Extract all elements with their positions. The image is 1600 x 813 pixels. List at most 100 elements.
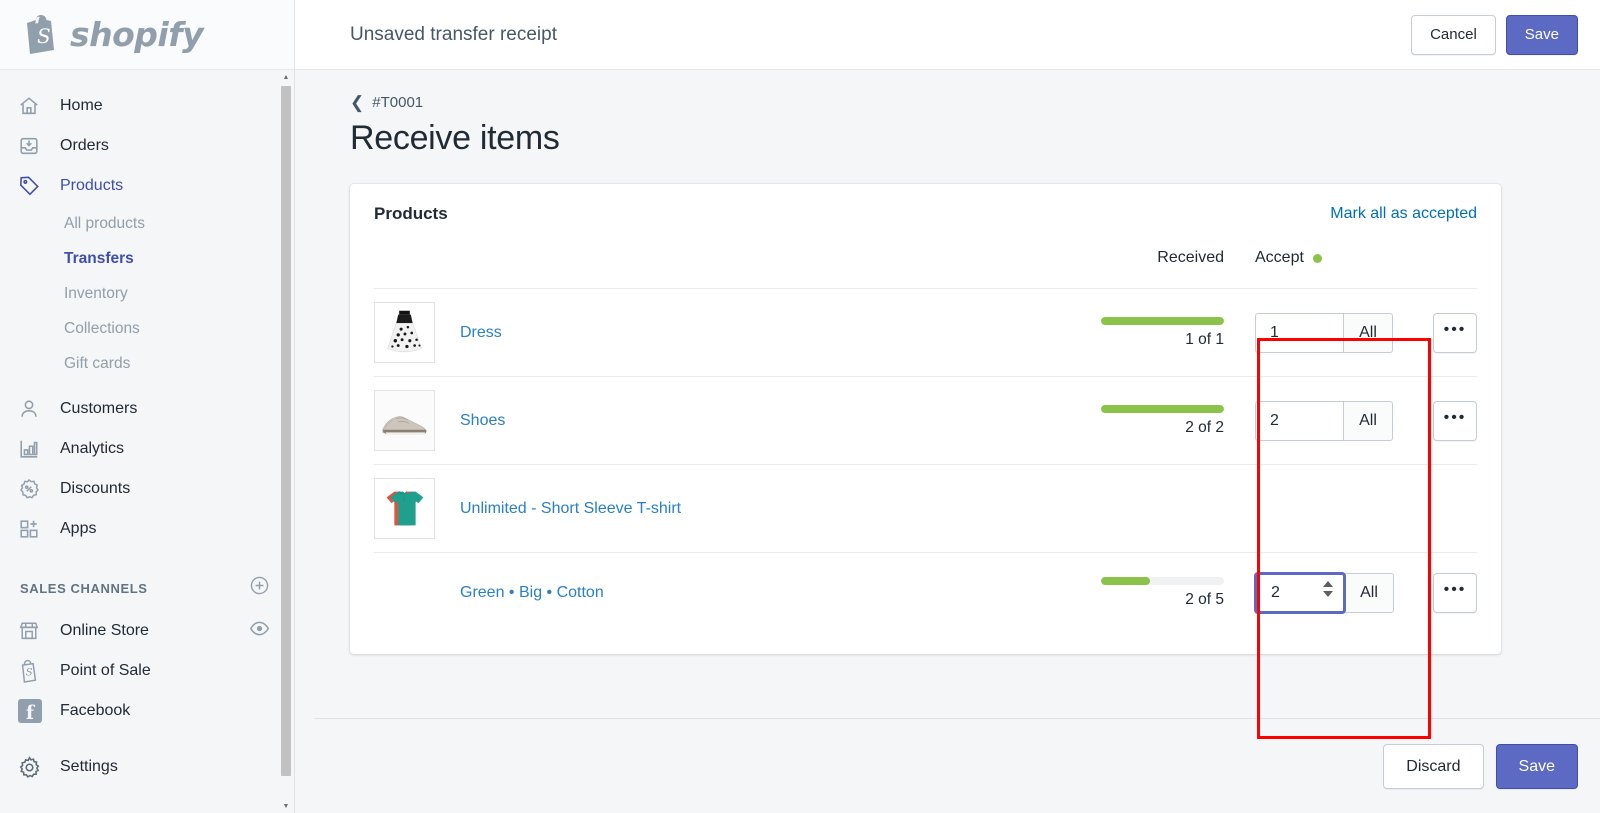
save-button[interactable]: Save [1505,14,1578,55]
sidebar-scrollbar[interactable]: ▲ ▼ [280,70,292,813]
sidebar-subitem-label: Inventory [64,284,128,302]
sidebar-item-customers[interactable]: Customers [0,389,294,429]
context-bar: Unsaved transfer receipt Cancel Save [295,0,1600,70]
page-title: Receive items [350,119,560,157]
page-context-title: Unsaved transfer receipt [350,23,557,45]
gear-icon [18,755,50,779]
sidebar-item-gift-cards[interactable]: Gift cards [0,346,294,381]
table-row: Shoes 2 of 2 2 All ••• [374,376,1477,464]
tag-icon [18,175,50,197]
breadcrumb[interactable]: ❮ #T0001 [350,94,1545,111]
product-link[interactable]: Unlimited - Short Sleeve T-shirt [460,500,681,518]
save-button-bottom[interactable]: Save [1495,744,1578,789]
variant-link[interactable]: Green • Big • Cotton [460,584,604,602]
mark-all-as-accepted-link[interactable]: Mark all as accepted [1330,205,1477,223]
received-cell: 2 of 2 [1099,404,1234,437]
sidebar-item-inventory[interactable]: Inventory [0,276,294,311]
sidebar-item-label: Orders [60,137,109,154]
accept-cell: 1 All [1234,312,1409,353]
products-card-title: Products [374,204,448,223]
app-root: S shopify Home Orders Products All produ… [0,0,1600,813]
received-progress-bar [1101,576,1224,585]
received-count: 2 of 2 [1185,418,1224,436]
sidebar-item-label: Customers [60,400,138,417]
plus-circle-icon[interactable] [249,575,270,601]
sidebar: S shopify Home Orders Products All produ… [0,0,295,813]
sidebar-item-label: Facebook [60,702,131,719]
eye-icon[interactable] [249,618,270,644]
stepper-down-icon[interactable] [1323,590,1333,597]
row-actions-cell: ••• [1409,312,1477,353]
received-cell: 1 of 1 [1099,316,1234,349]
facebook-icon: f [18,699,50,723]
sidebar-item-discounts[interactable]: Discounts [0,469,294,509]
pos-bag-icon: S [18,659,50,683]
products-card: Products Mark all as accepted Received A… [350,184,1501,654]
quantity-group: 2 All [1255,572,1394,613]
product-link[interactable]: Shoes [460,412,505,430]
quantity-group: 1 All [1255,312,1393,353]
row-more-actions-button[interactable]: ••• [1433,400,1477,441]
sidebar-item-transfers[interactable]: Transfers [0,241,294,276]
accept-quantity-value: 2 [1271,583,1280,601]
sidebar-item-products[interactable]: Products [0,166,294,206]
brand-name: shopify [70,15,204,54]
sidebar-item-apps[interactable]: Apps [0,509,294,549]
sidebar-item-label: Products [60,177,124,194]
column-header-accept: Accept [1234,249,1409,267]
accept-quantity-input[interactable]: 2 [1255,400,1343,441]
accept-quantity-input[interactable]: 2 [1255,572,1345,613]
svg-text:S: S [26,668,33,679]
quantity-stepper[interactable] [1323,580,1333,597]
divider [314,718,1600,719]
row-actions-cell: ••• [1409,400,1477,441]
sidebar-item-home[interactable]: Home [0,86,294,126]
sidebar-item-collections[interactable]: Collections [0,311,294,346]
row-more-actions-button[interactable]: ••• [1433,572,1477,613]
chevron-left-icon: ❮ [350,93,365,112]
sidebar-item-label: Analytics [60,440,125,457]
sidebar-item-label: Point of Sale [60,662,151,679]
sidebar-subitem-label: Gift cards [64,354,131,372]
sales-channels-heading: SALES CHANNELS [20,580,148,596]
accept-all-button[interactable]: All [1343,400,1393,441]
sidebar-item-label: Online Store [60,622,149,639]
brand-logo[interactable]: S shopify [0,0,294,70]
accept-all-button[interactable]: All [1343,312,1393,353]
main-region: Unsaved transfer receipt Cancel Save ❮ #… [295,0,1600,813]
orders-inbox-icon [18,135,50,157]
product-link[interactable]: Dress [460,324,502,342]
accept-quantity-input[interactable]: 1 [1255,312,1343,353]
table-row: Unlimited - Short Sleeve T-shirt [374,464,1477,552]
sidebar-subitem-label: Collections [64,319,140,337]
sidebar-item-point-of-sale[interactable]: S Point of Sale [0,651,294,691]
sidebar-subitem-label: Transfers [64,249,134,267]
row-more-actions-button[interactable]: ••• [1433,312,1477,353]
received-count: 1 of 1 [1185,330,1224,348]
sidebar-item-facebook[interactable]: f Facebook [0,691,294,731]
tshirt-thumbnail [374,478,435,539]
discount-badge-icon [18,478,50,500]
sidebar-item-settings[interactable]: Settings [0,747,294,787]
breadcrumb-label: #T0001 [372,94,424,111]
person-icon [18,398,50,420]
home-icon [18,95,50,117]
sidebar-item-orders[interactable]: Orders [0,126,294,166]
sidebar-item-all-products[interactable]: All products [0,206,294,241]
received-progress-bar [1101,404,1224,413]
shopify-bag-icon: S [22,14,62,56]
scroll-up-arrow-icon[interactable]: ▲ [280,70,292,84]
sidebar-item-analytics[interactable]: Analytics [0,429,294,469]
accept-cell: 2 All [1234,572,1409,613]
accept-all-button[interactable]: All [1344,572,1394,613]
storefront-icon [18,620,50,642]
sidebar-item-label: Settings [60,758,118,775]
discard-button[interactable]: Discard [1383,744,1484,789]
scroll-down-arrow-icon[interactable]: ▼ [280,799,292,813]
accept-cell: 2 All [1234,400,1409,441]
stepper-up-icon[interactable] [1323,580,1333,587]
sidebar-item-online-store[interactable]: Online Store [0,611,294,651]
cancel-button[interactable]: Cancel [1411,14,1496,55]
scrollbar-thumb[interactable] [281,86,291,776]
table-column-headers: Received Accept [374,228,1477,288]
